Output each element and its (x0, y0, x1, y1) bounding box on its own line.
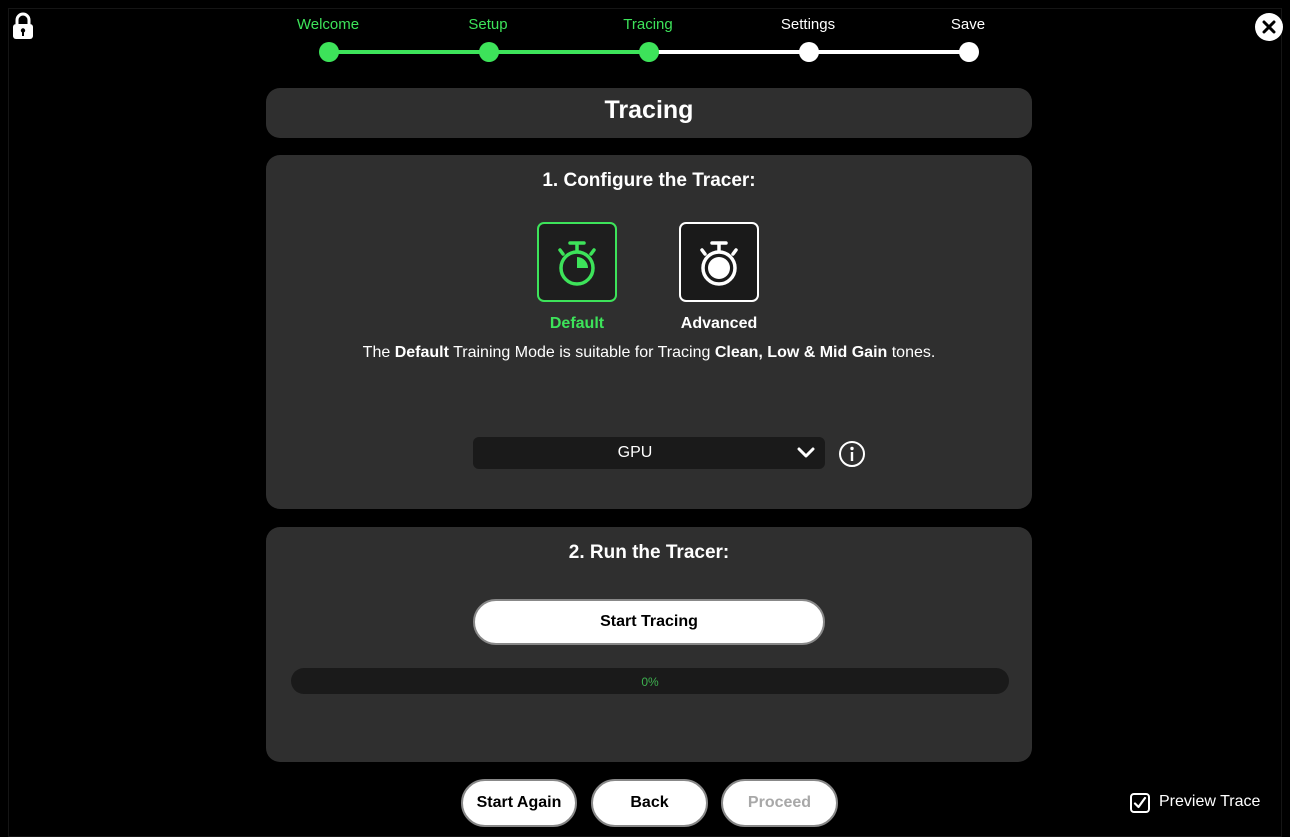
preview-trace-checkbox[interactable] (1130, 793, 1150, 813)
mode-advanced-button[interactable] (679, 222, 759, 302)
step-dot-welcome[interactable] (319, 42, 339, 62)
close-icon (1262, 20, 1276, 34)
progress-text: 0% (641, 675, 659, 689)
proceed-button[interactable]: Proceed (721, 779, 838, 827)
stopwatch-icon (700, 241, 738, 286)
mode-default-label: Default (549, 315, 605, 332)
lock-icon[interactable] (12, 12, 34, 40)
device-select-value: GPU (617, 444, 653, 461)
mode-default-button[interactable] (537, 222, 617, 302)
step-dot-setup[interactable] (479, 42, 499, 62)
info-icon[interactable] (838, 440, 866, 468)
title-panel: Tracing (266, 88, 1032, 138)
step-label-welcome: Welcome (296, 16, 360, 33)
chevron-down-icon (797, 447, 815, 458)
stopwatch-icon (558, 241, 596, 286)
step-dot-save[interactable] (959, 42, 979, 62)
configure-panel: 1. Configure the Tracer: Default Advance… (266, 155, 1032, 509)
close-button[interactable] (1255, 13, 1283, 41)
run-heading: 2. Run the Tracer: (568, 542, 730, 563)
mode-description: The Default Training Mode is suitable fo… (362, 344, 936, 361)
start-tracing-button[interactable]: Start Tracing (473, 599, 825, 645)
step-label-tracing: Tracing (623, 16, 673, 33)
configure-heading: 1. Configure the Tracer: (542, 170, 756, 191)
step-label-settings: Settings (780, 16, 836, 33)
back-button[interactable]: Back (591, 779, 708, 827)
step-label-save: Save (950, 16, 986, 33)
tracing-progress-bar: 0% (291, 668, 1009, 694)
preview-trace-label: Preview Trace (1159, 793, 1261, 810)
start-again-button[interactable]: Start Again (461, 779, 577, 827)
device-select[interactable]: GPU (473, 437, 825, 469)
run-panel: 2. Run the Tracer: Start Tracing 0% (266, 527, 1032, 762)
checkmark-icon (1133, 796, 1147, 809)
step-label-setup: Setup (468, 16, 508, 33)
page-title: Tracing (604, 96, 694, 124)
step-dot-tracing[interactable] (639, 42, 659, 62)
step-dot-settings[interactable] (799, 42, 819, 62)
mode-advanced-label: Advanced (680, 315, 758, 332)
